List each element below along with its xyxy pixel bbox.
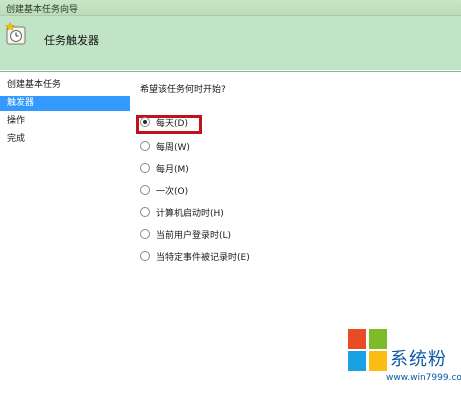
radio-on-event[interactable]: 当特定事件被记录时(E) [140,251,250,265]
page-title: 任务触发器 [44,34,99,47]
option-label: 一次(O) [156,187,189,197]
option-label: 计算机启动时(H) [156,209,224,219]
option-label: 每周(W) [156,143,190,153]
logo-quadrant-green [369,329,387,349]
trigger-radio-group: 每天(D) 每周(W) 每月(M) 一次(O) 计算机启动时(H) 当前用户登录… [136,101,450,271]
radio-daily[interactable]: 每天(D) [140,117,188,131]
nav-item-label: 操作 [7,116,26,126]
nav-item-finish[interactable]: 完成 [0,132,130,147]
radio-once[interactable]: 一次(O) [140,185,188,199]
watermark-url: www.win7999.com [386,373,461,383]
nav-item-label: 完成 [7,134,26,144]
nav-item-label: 创建基本任务 [7,80,62,90]
option-label: 每月(M) [156,165,189,175]
radio-button-checked-icon[interactable] [140,117,150,127]
logo-quadrant-blue [348,351,366,371]
header-divider [0,71,461,72]
radio-button-icon[interactable] [140,141,150,151]
title-bar: 创建基本任务向导 [0,0,461,16]
trigger-options-panel: 希望该任务何时开始? 每天(D) 每周(W) 每月(M) 一次(O) 计算机启动… [136,82,450,271]
option-label: 当特定事件被记录时(E) [156,253,250,263]
watermark: 系统粉 www.win7999.com [338,327,461,401]
nav-item-trigger[interactable]: 触发器 [0,96,130,111]
logo-quadrant-red [348,329,366,349]
radio-button-icon[interactable] [140,207,150,217]
watermark-brand: 系统粉 [390,349,447,370]
header-panel: 任务触发器 [0,16,461,70]
radio-at-startup[interactable]: 计算机启动时(H) [140,207,224,221]
radio-button-icon[interactable] [140,251,150,261]
clock-star-icon [5,22,26,45]
radio-button-icon[interactable] [140,163,150,173]
window-title: 创建基本任务向导 [6,5,79,15]
radio-monthly[interactable]: 每月(M) [140,163,189,177]
nav-item-label: 触发器 [7,98,35,108]
option-label: 当前用户登录时(L) [156,231,232,241]
radio-button-icon[interactable] [140,185,150,195]
logo-quadrant-yellow [369,351,387,371]
radio-at-logon[interactable]: 当前用户登录时(L) [140,229,231,243]
windows-logo-icon [348,329,388,373]
nav-item-create-basic-task[interactable]: 创建基本任务 [0,78,130,93]
nav-item-action[interactable]: 操作 [0,114,130,129]
radio-button-icon[interactable] [140,229,150,239]
trigger-question: 希望该任务何时开始? [140,85,226,95]
radio-weekly[interactable]: 每周(W) [140,141,190,155]
wizard-steps-nav: 创建基本任务 触发器 操作 完成 [0,78,130,150]
option-label: 每天(D) [156,119,188,129]
